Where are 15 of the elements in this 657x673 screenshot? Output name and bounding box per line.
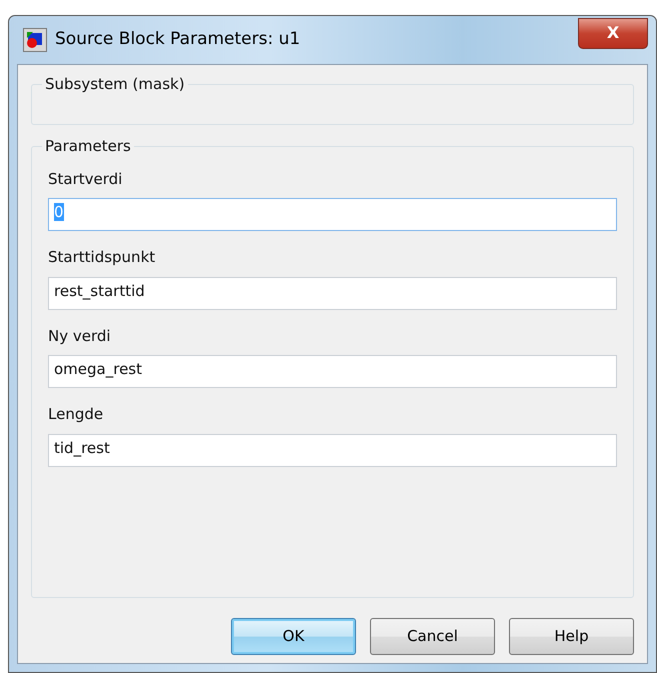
dialog-button[interactable]: Help <box>509 618 634 655</box>
group-label: Subsystem (mask) <box>44 74 186 95</box>
dialog-button[interactable]: Cancel <box>370 618 495 655</box>
input-field[interactable]: rest_starttid <box>48 276 617 310</box>
block-icon <box>23 28 47 52</box>
group-label: Parameters <box>44 136 132 157</box>
field-label: Starttidspunkt <box>48 247 156 268</box>
window-title: Source Block Parameters: u1 <box>55 28 300 52</box>
field-label: Ny verdi <box>48 326 111 346</box>
input-field[interactable]: omega_rest <box>48 355 617 388</box>
field-label: Startverdi <box>48 168 122 190</box>
dialog-button[interactable]: OK <box>231 618 356 655</box>
field-label: Lengde <box>48 404 104 425</box>
close-button[interactable]: X <box>578 18 648 48</box>
input-field[interactable]: tid_rest <box>48 434 617 466</box>
